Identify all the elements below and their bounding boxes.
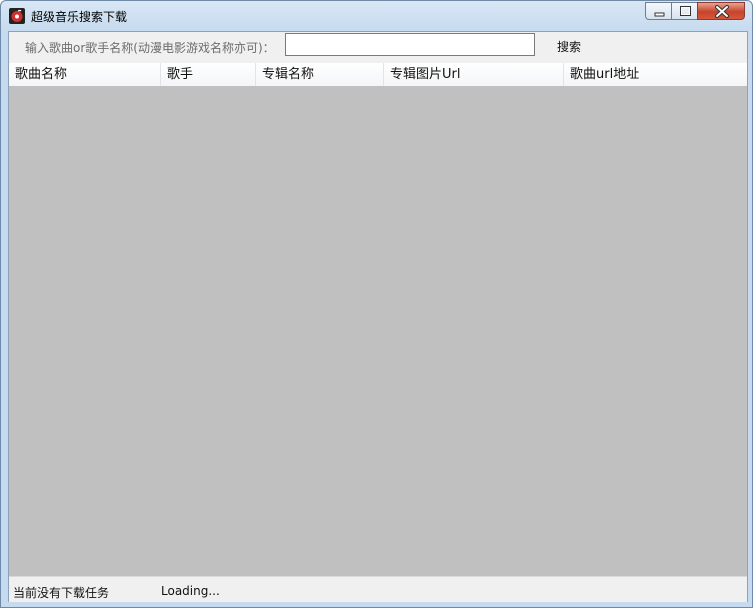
maximize-button[interactable] xyxy=(671,2,698,20)
column-header-song-url[interactable]: 歌曲url地址 xyxy=(564,63,747,86)
results-list[interactable] xyxy=(9,86,747,576)
window-title: 超级音乐搜索下载 xyxy=(31,10,128,24)
client-area: 输入歌曲or歌手名称(动漫电影游戏名称亦可)： 搜索 歌曲名称 歌手 专辑名称 … xyxy=(8,31,748,602)
maximize-icon xyxy=(680,6,691,16)
column-header-album-name[interactable]: 专辑名称 xyxy=(256,63,384,86)
loading-status-text: Loading... xyxy=(161,584,220,598)
column-header-album-image-url[interactable]: 专辑图片Url xyxy=(384,63,564,86)
minimize-button[interactable] xyxy=(645,2,672,20)
download-status-text: 当前没有下载任务 xyxy=(13,586,110,600)
app-window: 超级音乐搜索下载 输入歌曲or歌手名称(动漫电影游戏名称亦可)： 搜索 歌曲名称… xyxy=(0,0,753,608)
status-bar: 当前没有下载任务 Loading... xyxy=(9,576,747,602)
close-icon xyxy=(715,5,729,18)
title-bar[interactable]: 超级音乐搜索下载 xyxy=(1,1,752,31)
search-input[interactable] xyxy=(285,33,535,56)
close-button[interactable] xyxy=(697,2,745,20)
music-app-icon xyxy=(9,8,25,24)
search-button[interactable]: 搜索 xyxy=(557,38,581,55)
search-label: 输入歌曲or歌手名称(动漫电影游戏名称亦可)： xyxy=(25,41,275,55)
table-header: 歌曲名称 歌手 专辑名称 专辑图片Url 歌曲url地址 xyxy=(9,63,747,87)
column-header-singer[interactable]: 歌手 xyxy=(161,63,256,86)
minimize-icon xyxy=(654,12,665,17)
column-header-song-name[interactable]: 歌曲名称 xyxy=(9,63,161,86)
